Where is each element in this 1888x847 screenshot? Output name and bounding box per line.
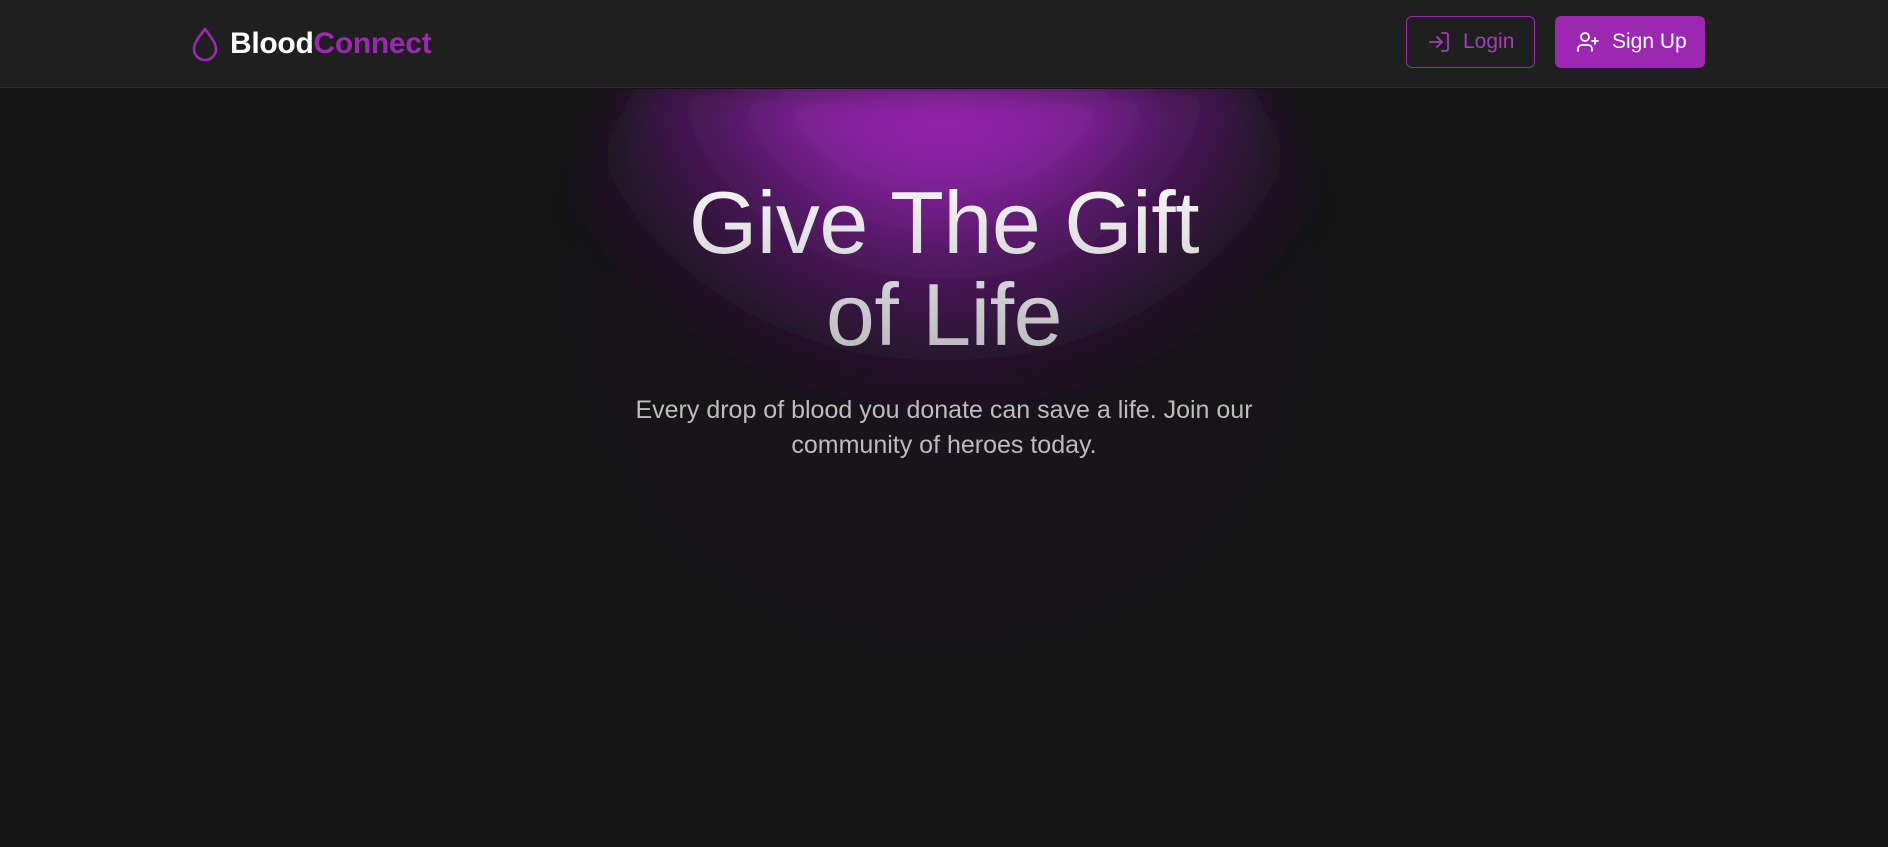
navbar: BloodConnect Login Sign Up [0, 0, 1888, 88]
hero-section: Give The Gift of Life Every drop of bloo… [0, 89, 1888, 847]
hero-title-line-1: Give The Gift [688, 173, 1200, 272]
user-plus-icon [1577, 32, 1599, 52]
brand-name-second: Connect [313, 27, 432, 60]
auth-actions: Login Sign Up [1406, 16, 1705, 68]
login-label: Login [1463, 30, 1515, 53]
login-icon [1429, 32, 1449, 52]
hero-subtitle: Every drop of blood you donate can save … [635, 396, 1253, 459]
login-button[interactable]: Login [1406, 16, 1535, 68]
hero-title-line-2: of Life [825, 265, 1063, 364]
brand-name-first: Blood [230, 27, 314, 60]
signup-label: Sign Up [1612, 30, 1687, 53]
signup-button[interactable]: Sign Up [1555, 16, 1705, 68]
brand-name: BloodConnect [230, 24, 432, 64]
blood-drop-icon [192, 27, 218, 62]
brand-logo[interactable]: BloodConnect [190, 24, 432, 64]
hero-title: Give The Gift of Life [0, 177, 1888, 361]
